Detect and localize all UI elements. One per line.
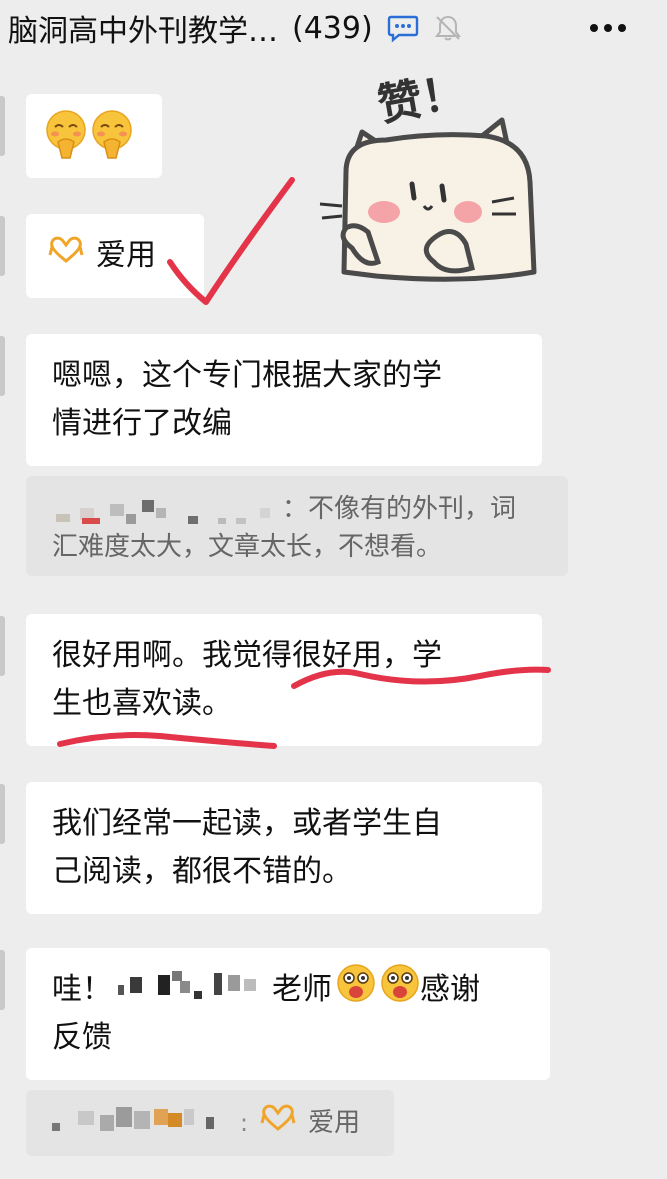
more-dots-icon: [590, 24, 626, 32]
message-text-middle: 老师: [272, 972, 332, 1007]
message-text-line: 己阅读，都很不错的。: [52, 854, 352, 889]
heart-hands-icon: [48, 232, 84, 280]
member-count: (439): [292, 10, 373, 46]
quoted-message[interactable]: : 爱用: [26, 1090, 394, 1156]
avatar-edge[interactable]: [0, 950, 5, 1010]
message-text-line: 嗯嗯，这个专门根据大家的学: [52, 358, 442, 393]
message-text-line: 生也喜欢读。: [52, 686, 232, 721]
folded-hands-smile-emoji: [44, 110, 136, 168]
surprised-tongue-emoji: [336, 963, 420, 1018]
message-text-line: 很好用啊。我觉得很好用，学: [52, 638, 442, 673]
quoted-message[interactable]: ：不像有的外刊，词 汇难度太大，文章太长，不想看。: [26, 476, 568, 576]
avatar-edge[interactable]: [0, 784, 5, 844]
message-text-line: 我们经常一起读，或者学生自: [52, 806, 442, 841]
message-text: 爱用: [96, 238, 156, 273]
avatar-edge[interactable]: [0, 336, 5, 396]
chat-title-group[interactable]: 脑洞高中外刊教学… (439): [8, 6, 463, 50]
blurred-username: [48, 1101, 228, 1146]
chat-bubble-icon: [387, 13, 419, 43]
message-bubble[interactable]: 我们经常一起读，或者学生自 己阅读，都很不错的。: [26, 782, 542, 914]
bell-muted-icon: [433, 13, 463, 43]
message-text-line: 情进行了改编: [52, 406, 232, 441]
avatar-edge[interactable]: [0, 216, 5, 276]
message-bubble[interactable]: 嗯嗯，这个专门根据大家的学 情进行了改编: [26, 334, 542, 466]
message-text-line: 反馈: [52, 1020, 112, 1055]
quote-text: 爱用: [308, 1108, 361, 1138]
message-text-suffix: 感谢: [420, 972, 480, 1007]
message-bubble[interactable]: 哇！ 老师 感谢 反馈: [26, 948, 550, 1080]
more-options-button[interactable]: [585, 8, 631, 48]
quote-text-line: 汇难度太大，文章太长，不想看。: [52, 532, 443, 562]
message-bubble[interactable]: 爱用: [26, 214, 204, 298]
quote-separator: :: [240, 1109, 249, 1137]
heart-hands-icon: [260, 1103, 296, 1144]
blurred-username: [116, 965, 266, 1016]
chat-header: 脑洞高中外刊教学… (439): [0, 0, 667, 58]
avatar-edge[interactable]: [0, 96, 5, 156]
message-bubble[interactable]: [26, 94, 162, 178]
quote-text-line: ：不像有的外刊，词: [282, 494, 517, 524]
sticker-caption: 赞！: [374, 66, 470, 132]
message-bubble[interactable]: 很好用啊。我觉得很好用，学 生也喜欢读。: [26, 614, 542, 746]
message-text-prefix: 哇！: [52, 972, 112, 1007]
cat-thumbs-up-sticker[interactable]: 赞！: [316, 62, 552, 298]
avatar-edge[interactable]: [0, 616, 5, 676]
blurred-username: [52, 494, 278, 524]
chat-title: 脑洞高中外刊教学…: [8, 14, 278, 49]
